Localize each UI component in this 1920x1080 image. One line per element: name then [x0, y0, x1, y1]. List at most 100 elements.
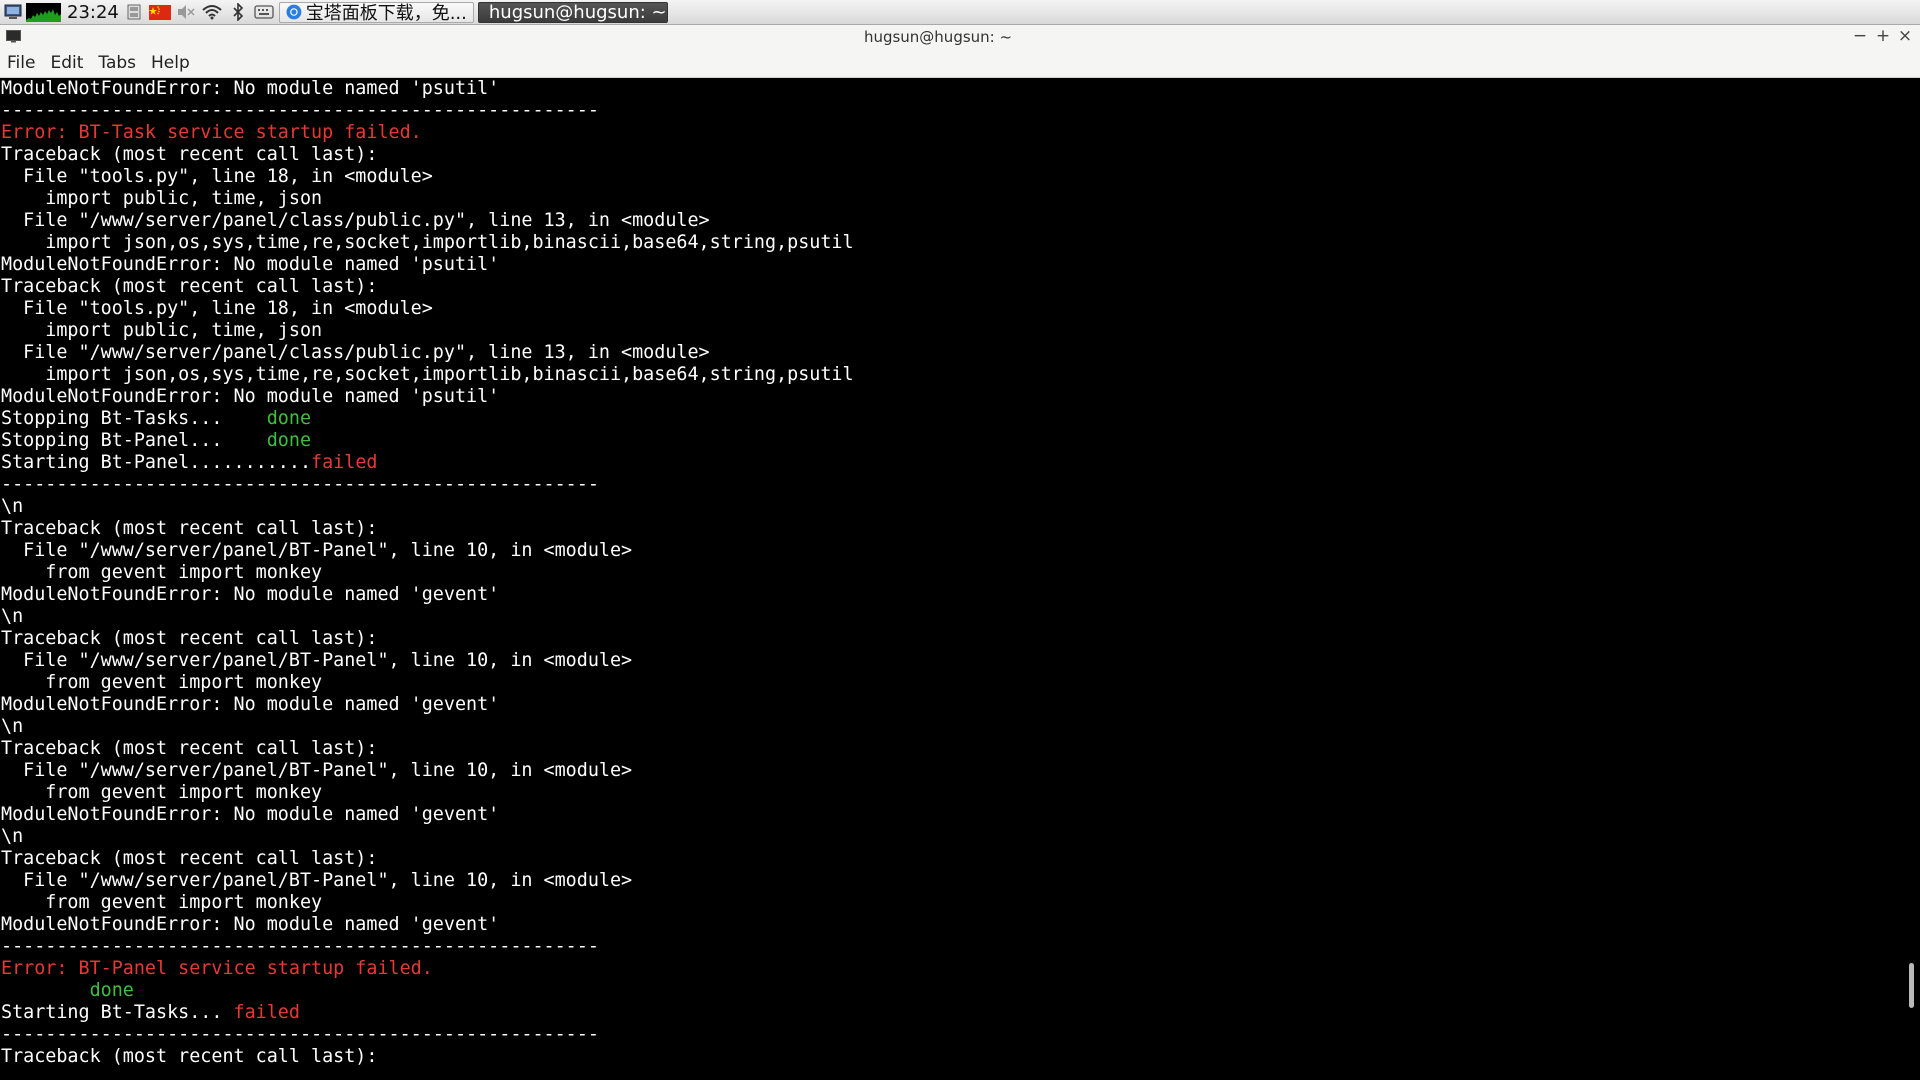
output-text: ModuleNotFoundError: No module named 'ps… — [1, 78, 500, 99]
terminal-line: File "tools.py", line 18, in <module> — [0, 298, 1904, 320]
taskbar-item-browser[interactable]: 宝塔面板下载，免... — [278, 1, 474, 23]
terminal-line: ----------------------------------------… — [0, 474, 1904, 496]
output-text: ----------------------------------------… — [1, 936, 599, 957]
output-text: Starting Bt-Panel........... — [1, 452, 312, 473]
output-text: Traceback (most recent call last): — [1, 848, 378, 869]
output-text: ModuleNotFoundError: No module named 'ps… — [1, 254, 500, 275]
keyboard-layout-icon[interactable] — [253, 0, 275, 25]
terminal-line: ----------------------------------------… — [0, 936, 1904, 958]
output-text: from gevent import monkey — [1, 562, 323, 583]
terminal-output[interactable]: ModuleNotFoundError: No module named 'ps… — [0, 78, 1904, 1080]
terminal-line: Error: BT-Panel service startup failed. — [0, 958, 1904, 980]
terminal-line: Traceback (most recent call last): — [0, 848, 1904, 870]
terminal-line: \n — [0, 826, 1904, 848]
output-text: ----------------------------------------… — [1, 100, 599, 121]
output-text: Stopping Bt-Panel... — [1, 430, 267, 451]
terminal-line: ModuleNotFoundError: No module named 'ps… — [0, 254, 1904, 276]
output-text: Traceback (most recent call last): — [1, 518, 378, 539]
terminal-line: File "/www/server/panel/class/public.py"… — [0, 342, 1904, 364]
output-text: Starting Bt-Tasks... — [1, 1002, 234, 1023]
output-text: \n — [1, 606, 24, 627]
output-text: File "tools.py", line 18, in <module> — [1, 298, 433, 319]
clock[interactable]: 23:24 — [67, 0, 119, 25]
terminal-line: ModuleNotFoundError: No module named 'ge… — [0, 804, 1904, 826]
terminal-line: Traceback (most recent call last): — [0, 518, 1904, 540]
output-text: import public, time, json — [1, 320, 323, 341]
scrollbar-thumb[interactable] — [1909, 963, 1914, 1008]
output-text: File "/www/server/panel/BT-Panel", line … — [1, 650, 633, 671]
terminal-line: \n — [0, 606, 1904, 628]
terminal-line: Traceback (most recent call last): — [0, 628, 1904, 650]
terminal-line: Starting Bt-Tasks... failed — [0, 1002, 1904, 1024]
terminal-line: import public, time, json — [0, 188, 1904, 210]
terminal-line: from gevent import monkey — [0, 892, 1904, 914]
status-done-text: done — [266, 408, 312, 429]
taskbar-item-terminal[interactable]: hugsun@hugsun: ~ — [477, 1, 668, 23]
terminal-line: Stopping Bt-Tasks... done — [0, 408, 1904, 430]
terminal-line: from gevent import monkey — [0, 782, 1904, 804]
terminal-line: from gevent import monkey — [0, 562, 1904, 584]
terminal-line: Stopping Bt-Panel... done — [0, 430, 1904, 452]
output-text: ----------------------------------------… — [1, 1024, 599, 1045]
terminal-line: Starting Bt-Panel...........failed — [0, 452, 1904, 474]
menu-help[interactable]: Help — [151, 53, 197, 73]
window-title: hugsun@hugsun: ~ — [863, 28, 1013, 46]
error-text: Error: BT-Panel service startup failed. — [1, 958, 433, 979]
volume-muted-icon[interactable] — [175, 0, 197, 25]
terminal-line: File "/www/server/panel/BT-Panel", line … — [0, 650, 1904, 672]
error-text: Error: BT-Task service startup failed. — [1, 122, 422, 143]
output-text: ModuleNotFoundError: No module named 'ge… — [1, 584, 500, 605]
terminal-line: ----------------------------------------… — [0, 1024, 1904, 1046]
status-done-text: done — [266, 430, 312, 451]
error-text: failed — [311, 452, 378, 473]
terminal-scrollbar[interactable] — [1904, 78, 1920, 1080]
taskbar-item-label: 宝塔面板下载，免... — [305, 3, 467, 23]
cpu-monitor-graph[interactable] — [26, 2, 61, 22]
bluetooth-icon[interactable] — [227, 0, 249, 25]
output-text: from gevent import monkey — [1, 782, 323, 803]
output-text: import json,os,sys,time,re,socket,import… — [1, 364, 854, 385]
terminal-line: ModuleNotFoundError: No module named 'ps… — [0, 78, 1904, 100]
terminal-line: Traceback (most recent call last): — [0, 144, 1904, 166]
output-text: Traceback (most recent call last): — [1, 628, 378, 649]
terminal-line: Traceback (most recent call last): — [0, 738, 1904, 760]
menu-file[interactable]: File — [7, 53, 42, 73]
taskbar-item-label: hugsun@hugsun: ~ — [488, 1, 667, 23]
keyboard-icon[interactable] — [123, 0, 145, 25]
terminal-line: ----------------------------------------… — [0, 100, 1904, 122]
terminal-line: from gevent import monkey — [0, 672, 1904, 694]
close-button[interactable]: × — [1895, 26, 1915, 46]
output-text: Stopping Bt-Tasks... — [1, 408, 267, 429]
app-menu-icon[interactable] — [2, 0, 24, 25]
flag-cn-icon[interactable] — [148, 0, 171, 25]
output-text: \n — [1, 496, 24, 517]
wifi-icon[interactable] — [201, 0, 223, 25]
output-text: ----------------------------------------… — [1, 474, 599, 495]
terminal-line: \n — [0, 716, 1904, 738]
terminal-line: import json,os,sys,time,re,socket,import… — [0, 232, 1904, 254]
minimize-button[interactable]: − — [1850, 26, 1870, 46]
terminal-line: Traceback (most recent call last): — [0, 1046, 1904, 1068]
menu-tabs[interactable]: Tabs — [98, 53, 143, 73]
output-text: import public, time, json — [1, 188, 323, 209]
output-text: File "/www/server/panel/BT-Panel", line … — [1, 760, 633, 781]
terminal-line: done — [0, 980, 1904, 1002]
output-text: ModuleNotFoundError: No module named 'ps… — [1, 386, 500, 407]
terminal-line: File "tools.py", line 18, in <module> — [0, 166, 1904, 188]
output-text: Traceback (most recent call last): — [1, 738, 378, 759]
output-text: ModuleNotFoundError: No module named 'ge… — [1, 694, 500, 715]
terminal-lines: ModuleNotFoundError: No module named 'ps… — [0, 78, 1904, 1068]
top-panel: 23:24 宝塔面板下载，免... hugsun@hugsun: ~ — [0, 0, 1920, 25]
terminal-line: File "/www/server/panel/BT-Panel", line … — [0, 540, 1904, 562]
menu-edit[interactable]: Edit — [50, 53, 90, 73]
output-text: from gevent import monkey — [1, 892, 323, 913]
terminal-line: import json,os,sys,time,re,socket,import… — [0, 364, 1904, 386]
window-titlebar[interactable]: hugsun@hugsun: ~ − + × — [0, 25, 1920, 49]
output-text: File "/www/server/panel/class/public.py"… — [1, 210, 710, 231]
output-text: Traceback (most recent call last): — [1, 1046, 378, 1067]
maximize-button[interactable]: + — [1873, 26, 1893, 46]
error-text: failed — [233, 1002, 300, 1023]
terminal-line: ModuleNotFoundError: No module named 'ge… — [0, 914, 1904, 936]
output-text: File "/www/server/panel/BT-Panel", line … — [1, 540, 633, 561]
